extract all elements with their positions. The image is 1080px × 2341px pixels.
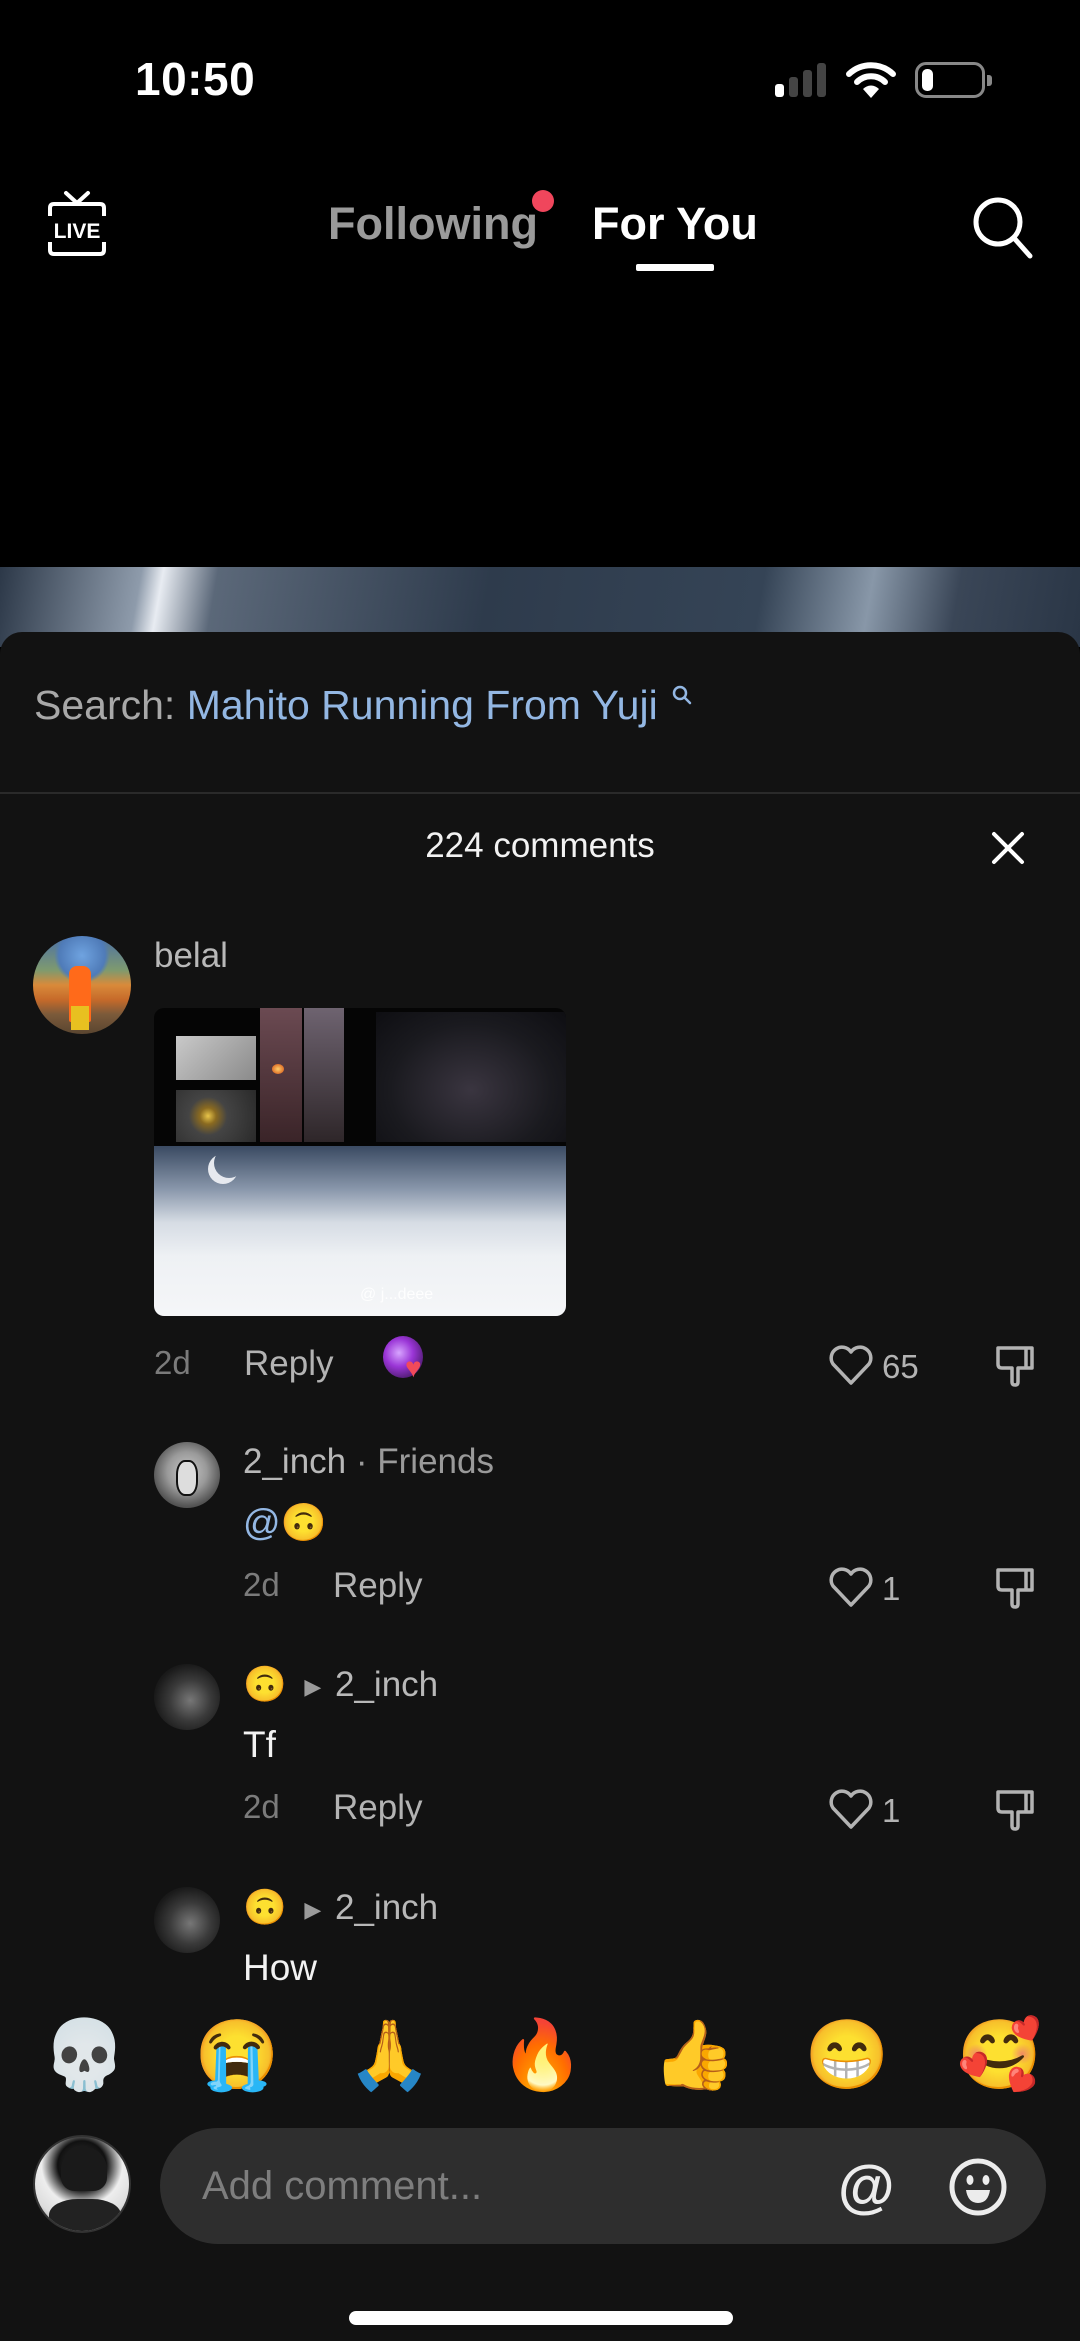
avatar[interactable] <box>154 1664 220 1730</box>
active-tab-indicator <box>636 264 714 271</box>
emoji-smiling-hearts[interactable]: 🥰 <box>957 2021 1042 2089</box>
thumbs-down-icon[interactable] <box>992 1566 1036 1610</box>
reply-arrow-icon: ▶ <box>304 1896 322 1922</box>
heart-icon: ♥ <box>405 1352 422 1383</box>
comment-username[interactable]: 🙃 <box>243 1665 287 1704</box>
divider <box>0 792 1080 794</box>
emoji-crying[interactable]: 😭 <box>195 2021 280 2089</box>
emoji-picker-icon[interactable] <box>948 2157 1008 2217</box>
heart-outline-icon[interactable] <box>828 1566 874 1608</box>
mention-icon[interactable]: @ <box>838 2158 895 2216</box>
search-suggestion-label: Search: <box>34 682 176 728</box>
comment-username[interactable]: 2_inch <box>243 1442 346 1481</box>
reply-to-username[interactable]: 2_inch <box>335 1888 438 1927</box>
emoji-pray[interactable]: 🙏 <box>347 2021 432 2089</box>
avatar[interactable] <box>154 1442 220 1508</box>
reply-button[interactable]: Reply <box>333 1566 422 1606</box>
avatar[interactable] <box>33 936 131 1034</box>
heart-outline-icon[interactable] <box>828 1788 874 1830</box>
comment-text: 🙃 <box>280 1502 327 1543</box>
tab-for-you[interactable]: For You <box>592 198 758 250</box>
battery-icon <box>915 62 992 98</box>
tab-following[interactable]: Following <box>328 198 538 250</box>
my-avatar <box>33 2135 131 2233</box>
mention-link[interactable]: @ <box>243 1502 281 1543</box>
emoji-fire[interactable]: 🔥 <box>500 2021 585 2089</box>
notification-dot <box>532 190 554 212</box>
comment-image[interactable]: @ j...deee <box>154 1008 566 1316</box>
search-small-icon <box>672 685 692 705</box>
live-label: LIVE <box>54 220 101 243</box>
comment-time: 2d <box>154 1344 191 1381</box>
search-suggestion-query[interactable]: Mahito Running From Yuji <box>187 682 658 728</box>
quick-emoji-bar: 💀 😭 🙏 🔥 👍 😁 🥰 <box>0 2005 1080 2105</box>
thumbs-down-icon[interactable] <box>992 1788 1036 1832</box>
emoji-thumbs-up[interactable]: 👍 <box>652 2021 737 2089</box>
search-icon[interactable] <box>970 194 1036 260</box>
comment-text: How <box>243 1947 318 1988</box>
reply-button[interactable]: Reply <box>244 1344 333 1384</box>
comment-actions: 2d Reply 1 <box>0 1788 1080 1838</box>
like-count: 1 <box>882 1792 901 1829</box>
wifi-icon <box>846 62 896 98</box>
close-icon[interactable] <box>988 828 1028 868</box>
comment-username[interactable]: belal <box>154 936 228 976</box>
heart-outline-icon[interactable] <box>828 1344 874 1386</box>
reply-button[interactable]: Reply <box>333 1788 422 1828</box>
comment-input[interactable] <box>160 2128 1046 2244</box>
cellular-signal-icon <box>775 63 826 97</box>
thumbs-down-icon[interactable] <box>992 1344 1036 1388</box>
live-tv-icon[interactable]: LIVE <box>44 190 110 258</box>
comments-count: 224 comments <box>425 826 655 865</box>
like-count: 1 <box>882 1570 901 1607</box>
comment-actions: 2d Reply ♥ 65 <box>0 1336 1080 1394</box>
image-watermark: @ j...deee <box>360 1286 434 1303</box>
clock: 10:50 <box>135 53 256 105</box>
comment-text: Tf <box>243 1724 276 1765</box>
top-navigation: LIVE Following For You <box>0 180 1080 280</box>
reply-to-username[interactable]: 2_inch <box>335 1665 438 1704</box>
comment-time: 2d <box>243 1566 280 1603</box>
reply-arrow-icon: ▶ <box>304 1673 322 1699</box>
emoji-skull[interactable]: 💀 <box>42 2021 127 2089</box>
home-indicator[interactable] <box>349 2311 733 2325</box>
status-bar: 10:50 <box>0 0 1080 150</box>
search-suggestion[interactable]: Search: Mahito Running From Yuji <box>34 682 693 729</box>
comment-input-row: @ <box>0 2128 1080 2244</box>
comment-username[interactable]: 🙃 <box>243 1888 287 1927</box>
comment-actions: 2d Reply 1 <box>0 1566 1080 1616</box>
emoji-grin[interactable]: 😁 <box>805 2021 890 2089</box>
creator-liked-badge: ♥ <box>383 1336 429 1382</box>
avatar[interactable] <box>154 1887 220 1953</box>
like-count: 65 <box>882 1348 919 1385</box>
friends-badge: Friends <box>377 1442 494 1481</box>
comment-time: 2d <box>243 1788 280 1825</box>
